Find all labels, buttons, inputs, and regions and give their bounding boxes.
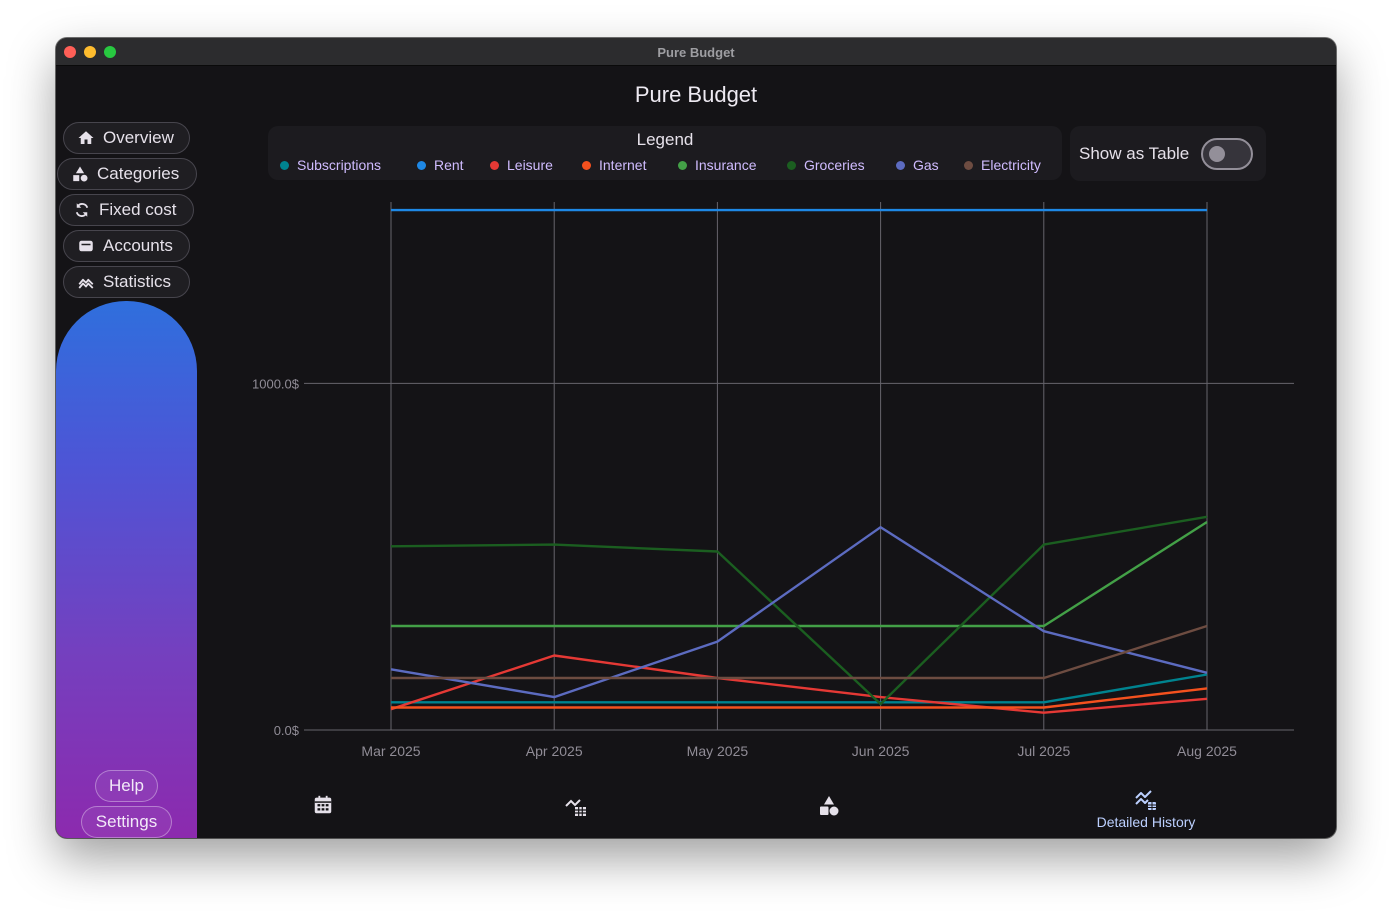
series-line-electricity <box>391 624 1208 680</box>
bottom-nav-calendar[interactable] <box>308 794 338 816</box>
series-line-gas <box>390 526 1208 699</box>
bottom-nav-categories[interactable] <box>814 794 844 818</box>
bottom-nav-label: Detailed History <box>1096 814 1196 830</box>
x-tick-label: Apr 2025 <box>526 743 583 759</box>
app-window: Pure Budget Pure Budget Overview Categor… <box>56 38 1336 838</box>
chart-table-icon <box>565 799 586 816</box>
detailed-history-icon <box>1135 790 1156 810</box>
calendar-icon <box>314 795 332 814</box>
series-line-groceries <box>390 515 1208 706</box>
x-tick-label: Jun 2025 <box>852 743 910 759</box>
y-tick-label: 1000.0$ <box>252 376 300 391</box>
line-chart: 0.0$ 1000.0$ Mar 2025 Apr 2025 May 2025 Jun 2… <box>252 202 1294 759</box>
x-tick-label: May 2025 <box>687 743 749 759</box>
categories-icon <box>820 796 839 816</box>
x-tick-label: Mar 2025 <box>361 743 420 759</box>
x-tick-label: Aug 2025 <box>1177 743 1237 759</box>
x-tick-label: Jul 2025 <box>1017 743 1070 759</box>
y-tick-label: 0.0$ <box>274 723 300 738</box>
bottom-nav-chart-table[interactable] <box>561 794 591 818</box>
bottom-nav-detailed-history[interactable]: Detailed History <box>1084 788 1208 830</box>
